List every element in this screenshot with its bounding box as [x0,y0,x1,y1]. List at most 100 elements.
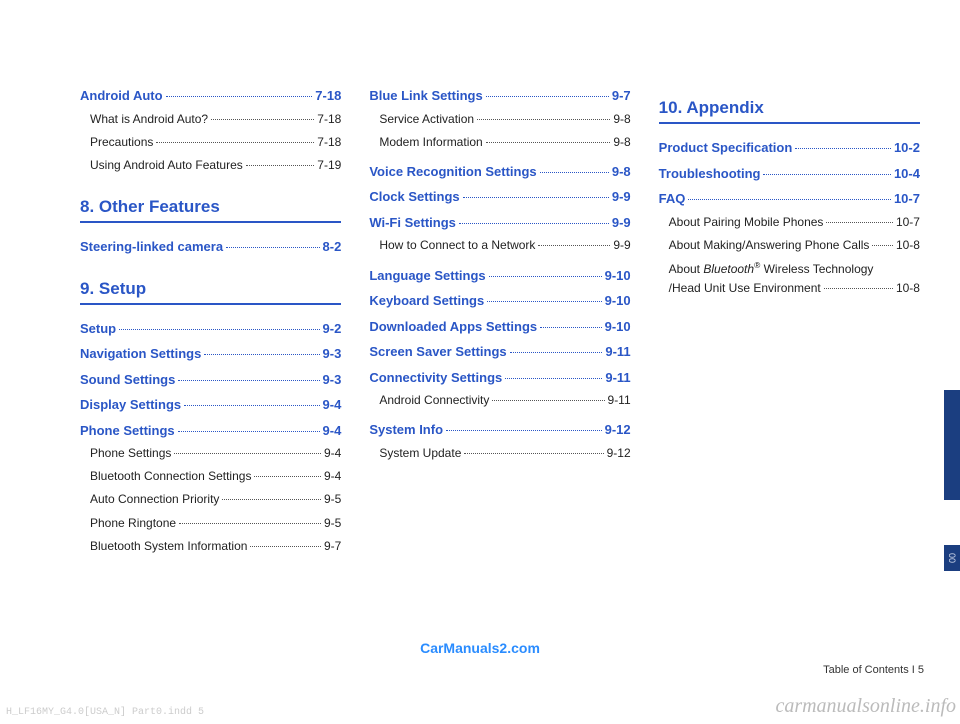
topic-row: Troubleshooting 10-4 [659,164,920,184]
topic-android-auto: Android Auto 7-18 [80,86,341,106]
subtopic-row: How to Connect to a Network 9-9 [369,236,630,255]
leader-dots [477,119,610,120]
column-3: 10. Appendix Product Specification10-2 Tr… [659,80,920,560]
leader-dots [222,499,321,500]
topic-row: Product Specification10-2 [659,138,920,158]
topic-row-page: 9-3 [323,370,342,390]
topic-page: 9-12 [605,420,631,440]
subtopic-row-label: About Pairing Mobile Phones [669,213,824,232]
leader-dots [540,327,601,328]
leader-dots [204,354,319,355]
subtopic-row-page: 9-12 [607,444,631,463]
topic-row-label: Wi-Fi Settings [369,213,456,233]
topic-row-label: Clock Settings [369,187,459,207]
section-8-other-features: 8. Other Features [80,197,341,223]
topic-row-page: 9-3 [323,344,342,364]
subtopic-row: About Pairing Mobile Phones 10-7 [659,213,920,232]
topic-row-label: Sound Settings [80,370,175,390]
subtopic-row: System Update9-12 [369,444,630,463]
leader-dots [486,96,609,97]
subtopic-row-label: Precautions [90,133,153,152]
topic-row-label: Navigation Settings [80,344,201,364]
subtopic-row-label: About Making/Answering Phone Calls [669,236,870,255]
leader-dots [119,329,319,330]
topic-blue-link: Blue Link Settings 9-7 [369,86,630,106]
leader-dots [178,431,320,432]
subtopic-row-label: Phone Ringtone [90,514,176,533]
leader-dots [486,142,611,143]
leader-dots [826,222,893,223]
leader-dots [226,247,319,248]
subtopic-row-label: How to Connect to a Network [379,236,535,255]
watermark-carmanuals2: CarManuals2.com [0,640,960,656]
topic-row: FAQ10-7 [659,189,920,209]
topic-row-page: 10-7 [894,189,920,209]
section-10-appendix: 10. Appendix [659,98,920,124]
leader-dots [246,165,315,166]
tab-label: 00 [947,553,957,563]
topic-row-page: 9-4 [323,421,342,441]
leader-dots [538,245,610,246]
subtopic-row-page: 10-8 [896,236,920,255]
subtopic-row: Bluetooth Connection Settings 9-4 [80,467,341,486]
topic-row-label: Product Specification [659,138,793,158]
leader-dots [688,199,891,200]
registered-mark: ® [754,260,760,270]
leader-dots [166,96,313,97]
subtopic-row: Using Android Auto Features7-19 [80,156,341,175]
subtopic-row: Phone Settings9-4 [80,444,341,463]
leader-dots [178,380,319,381]
topic-row: Voice Recognition Settings9-8 [369,162,630,182]
leader-dots [156,142,314,143]
subtopic-row-label: Service Activation [379,110,474,129]
subtopic-row-page: 9-11 [608,391,631,410]
topic-row-label: Keyboard Settings [369,291,484,311]
leader-dots [872,245,893,246]
topic-row-page: 9-9 [612,187,631,207]
leader-dots [179,523,321,524]
leader-dots [510,352,603,353]
topic-row-label: Screen Saver Settings [369,342,506,362]
topic-row-label: Phone Settings [80,421,175,441]
column-2: Blue Link Settings 9-7 Service Activatio… [369,80,630,560]
subtopic-row-page: 9-9 [613,236,630,255]
brand-bluetooth: Bluetooth [703,262,754,276]
topic-row: Downloaded Apps Settings9-10 [369,317,630,337]
subtopic-row: Service Activation 9-8 [369,110,630,129]
topic-row: Connectivity Settings9-11 [369,368,630,388]
topic-row-label: Voice Recognition Settings [369,162,536,182]
sub-page: 10-8 [896,279,920,298]
subtopic-row: Phone Ringtone9-5 [80,514,341,533]
topic-row-page: 9-4 [323,395,342,415]
subtopic-row-page: 9-8 [613,110,630,129]
toc-page: Android Auto 7-18 What is Android Auto?7… [80,80,920,560]
topic-row-page: 10-4 [894,164,920,184]
topic-row-page: 9-10 [605,317,631,337]
subtopic-row-label: Phone Settings [90,444,171,463]
subtopic-row: Android Connectivity9-11 [369,391,630,410]
subtopic-row-label: Bluetooth Connection Settings [90,467,251,486]
footer-page-label: Table of Contents I 5 [823,664,924,676]
topic-row: Setup9-2 [80,319,341,339]
topic-row-label: Troubleshooting [659,164,761,184]
imprint-filename: H_LF16MY_G4.0[USA_N] Part0.indd 5 [6,707,204,718]
subtopic-row-page: 10-7 [896,213,920,232]
subtopic-row: Modem Information9-8 [369,133,630,152]
subtopic-row-label: Auto Connection Priority [90,490,219,509]
topic-row: Language Settings9-10 [369,266,630,286]
subtopic-row: Precautions7-18 [80,133,341,152]
topic-row: Screen Saver Settings9-11 [369,342,630,362]
leader-dots [795,148,891,149]
topic-page: 9-7 [612,86,631,106]
leader-dots [254,476,321,477]
topic-row-label: Language Settings [369,266,485,286]
leader-dots [824,288,893,289]
leader-dots [211,119,314,120]
topic-row-label: Display Settings [80,395,181,415]
leader-dots [492,400,604,401]
subtopic-row-page: 9-4 [324,467,341,486]
topic-row: Sound Settings 9-3 [80,370,341,390]
watermark-carmanualsonline: carmanualsonline.info [775,695,956,718]
topic-row: Keyboard Settings9-10 [369,291,630,311]
subtopic-row-page: 7-19 [317,156,341,175]
